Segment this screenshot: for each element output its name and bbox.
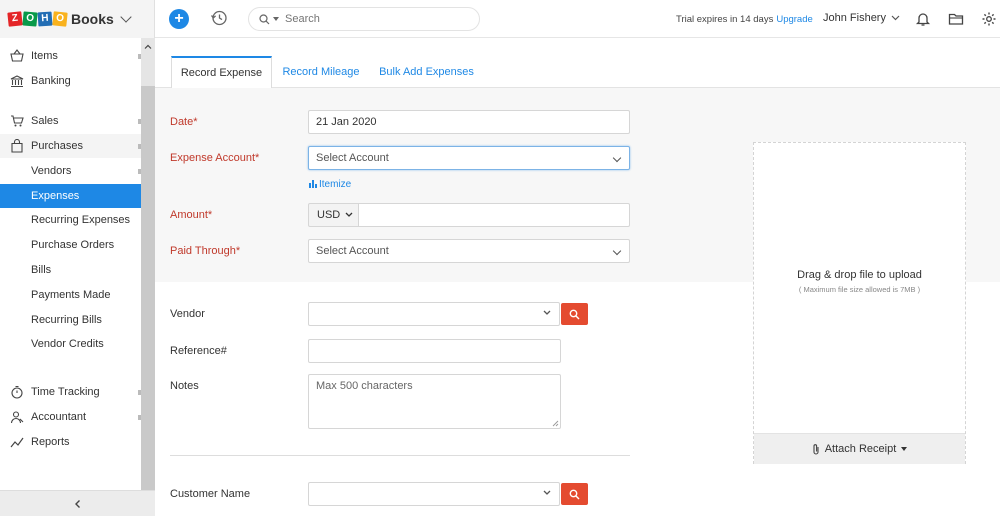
- reports-icon: [10, 437, 24, 448]
- brand-switcher[interactable]: Z O H O Books: [0, 0, 155, 38]
- sidebar-item-time-tracking[interactable]: Time Tracking: [0, 380, 141, 404]
- search-icon: [569, 489, 580, 499]
- customer-select[interactable]: [308, 482, 560, 506]
- sidebar-item-expenses[interactable]: Expenses: [0, 184, 141, 208]
- app-name: Books: [71, 11, 114, 27]
- folder-icon[interactable]: [948, 11, 964, 27]
- trial-notice: Trial expires in 14 days Upgrade: [676, 14, 813, 25]
- dropzone-hint: ( Maximum file size allowed is 7MB ): [798, 285, 921, 294]
- history-icon[interactable]: [210, 9, 228, 27]
- sidebar-item-purchases[interactable]: Purchases: [0, 134, 141, 158]
- caret-down-icon: [901, 447, 908, 451]
- basket-icon: [10, 49, 24, 62]
- collapse-sidebar-button[interactable]: [0, 490, 155, 516]
- resize-handle-icon[interactable]: [552, 420, 559, 427]
- attach-receipt-button[interactable]: Attach Receipt: [754, 433, 965, 464]
- notes-label: Notes: [170, 380, 199, 392]
- cart-icon: [11, 115, 24, 127]
- search-bar[interactable]: [248, 7, 480, 31]
- chevron-down-icon: [891, 15, 900, 21]
- gear-icon[interactable]: [981, 11, 997, 27]
- sidebar-item-items[interactable]: Items: [0, 44, 141, 68]
- sidebar-item-banking[interactable]: Banking: [0, 69, 141, 93]
- tab-bulk-add-expenses[interactable]: Bulk Add Expenses: [375, 56, 478, 88]
- stopwatch-icon: [11, 385, 23, 399]
- search-icon: [569, 309, 580, 319]
- chevron-down-icon: [612, 246, 622, 256]
- top-bar: Z O H O Books + Trial expires in 14 days…: [0, 0, 1000, 38]
- tab-record-mileage[interactable]: Record Mileage: [278, 56, 364, 88]
- paperclip-icon: [813, 444, 819, 455]
- date-field[interactable]: 21 Jan 2020: [308, 110, 630, 134]
- reference-label: Reference#: [170, 345, 227, 357]
- customer-name-label: Customer Name: [170, 488, 251, 500]
- sidebar-scrollbar[interactable]: [141, 38, 155, 490]
- sidebar-item-reports[interactable]: Reports: [0, 430, 141, 454]
- user-name: John Fishery: [823, 12, 886, 24]
- customer-search-button[interactable]: [561, 483, 588, 505]
- sidebar-item-vendor-credits[interactable]: Vendor Credits: [0, 332, 141, 356]
- paid-through-label: Paid Through*: [170, 245, 241, 257]
- vendor-select[interactable]: [308, 302, 560, 326]
- chevron-down-icon: [345, 212, 353, 217]
- bag-icon: [11, 139, 23, 153]
- bell-icon[interactable]: [915, 11, 931, 27]
- chevron-up-icon[interactable]: [141, 42, 155, 52]
- sidebar-item-vendors[interactable]: Vendors: [0, 159, 141, 183]
- chevron-down-icon[interactable]: [543, 310, 551, 316]
- scrollbar-thumb[interactable]: [141, 86, 155, 490]
- search-icon: [259, 13, 270, 24]
- date-label: Date*: [170, 116, 198, 128]
- user-menu[interactable]: John Fishery: [823, 12, 900, 24]
- sidebar: Items Banking Sales Purchases Vendors Ex…: [0, 38, 141, 490]
- chevron-down-icon: [612, 153, 622, 163]
- amount-label: Amount*: [170, 209, 213, 221]
- receipt-dropzone[interactable]: Drag & drop file to upload ( Maximum fil…: [753, 142, 966, 464]
- itemize-icon: [309, 180, 317, 188]
- quick-create-button[interactable]: +: [169, 9, 189, 29]
- expense-tabs: Record Expense Record Mileage Bulk Add E…: [155, 38, 1000, 89]
- bank-icon: [10, 75, 24, 88]
- itemize-link[interactable]: Itemize: [309, 179, 351, 190]
- vendor-label: Vendor: [170, 308, 205, 320]
- zoho-logo: Z O H O: [7, 11, 68, 27]
- tab-record-expense[interactable]: Record Expense: [171, 56, 272, 89]
- chevron-left-icon: [74, 499, 80, 508]
- sidebar-item-payments-made[interactable]: Payments Made: [0, 283, 141, 307]
- currency-select[interactable]: USD: [308, 203, 360, 227]
- dropzone-title: Drag & drop file to upload: [797, 269, 922, 281]
- notes-textarea[interactable]: Max 500 characters: [308, 374, 561, 429]
- chevron-down-icon[interactable]: [543, 490, 551, 496]
- section-divider: [170, 455, 630, 456]
- expense-account-label: Expense Account*: [170, 152, 260, 164]
- reference-input[interactable]: [308, 339, 561, 363]
- caret-down-icon[interactable]: [273, 17, 279, 21]
- sidebar-item-accountant[interactable]: Accountant: [0, 405, 141, 429]
- sidebar-item-bills[interactable]: Bills: [0, 258, 141, 282]
- upgrade-link[interactable]: Upgrade: [776, 14, 812, 25]
- sidebar-item-sales[interactable]: Sales: [0, 109, 141, 133]
- expense-account-select[interactable]: Select Account: [308, 146, 630, 170]
- vendor-search-button[interactable]: [561, 303, 588, 325]
- sidebar-item-recurring-expenses[interactable]: Recurring Expenses: [0, 208, 141, 232]
- sidebar-item-purchase-orders[interactable]: Purchase Orders: [0, 233, 141, 257]
- chevron-down-icon: [120, 11, 132, 23]
- sidebar-item-recurring-bills[interactable]: Recurring Bills: [0, 308, 141, 332]
- accountant-icon: [10, 411, 24, 424]
- search-input[interactable]: [285, 13, 455, 25]
- paid-through-select[interactable]: Select Account: [308, 239, 630, 263]
- amount-input[interactable]: [358, 203, 630, 227]
